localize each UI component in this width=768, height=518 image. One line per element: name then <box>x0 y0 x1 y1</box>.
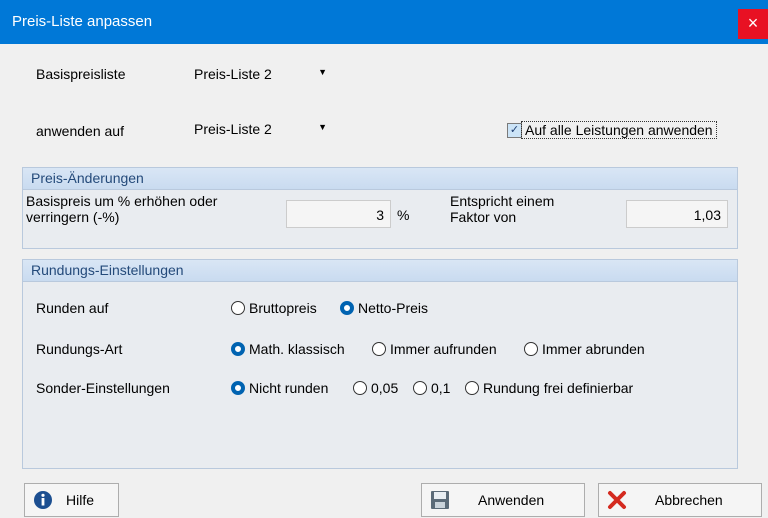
radio-icon[interactable] <box>413 381 427 395</box>
apply-to-dropdown[interactable]: Preis-Liste 2 ▼ <box>188 117 333 141</box>
apply-label: Anwenden <box>478 492 545 508</box>
radio-label: Netto-Preis <box>358 300 429 316</box>
apply-to-label: anwenden auf <box>36 123 124 139</box>
radio-label: 0,1 <box>431 380 451 396</box>
radio-label: Bruttopreis <box>249 300 317 316</box>
window-title: Preis-Liste anpassen <box>12 13 153 30</box>
radio-label: Immer abrunden <box>542 341 645 357</box>
basis-label: Basispreisliste <box>36 66 126 82</box>
radio-selected-icon[interactable] <box>231 342 245 356</box>
radio-icon[interactable] <box>353 381 367 395</box>
percent-label-line2: verringern (-%) <box>26 209 120 225</box>
rounding-group: Rundungs-Einstellungen Runden auf Rundun… <box>22 259 738 469</box>
checkmark-icon[interactable]: ✓ <box>507 123 522 138</box>
dropdown-arrow-icon: ▼ <box>318 67 327 77</box>
close-icon[interactable]: × <box>738 9 768 39</box>
radio-selected-icon[interactable] <box>231 381 245 395</box>
floppy-disk-icon <box>431 491 449 509</box>
apply-to-value: Preis-Liste 2 <box>194 121 272 137</box>
all-services-checkbox[interactable]: ✓ Auf alle Leistungen anwenden <box>507 121 733 141</box>
price-changes-group: Preis-Änderungen Basispreis um % erhöhen… <box>22 167 738 249</box>
cancel-label: Abbrechen <box>655 492 723 508</box>
percent-label-line1: Basispreis um % erhöhen oder <box>26 193 218 209</box>
radio-icon[interactable] <box>465 381 479 395</box>
radio-label: Immer aufrunden <box>390 341 497 357</box>
red-x-icon <box>608 491 626 509</box>
radio-label: Rundung frei definierbar <box>483 380 634 396</box>
special-settings-label: Sonder-Einstellungen <box>36 380 170 396</box>
factor-label-line1: Entspricht einem <box>450 193 555 209</box>
apply-button[interactable]: Anwenden <box>421 483 585 517</box>
help-button[interactable]: Hilfe <box>24 483 119 517</box>
rounding-title: Rundungs-Einstellungen <box>23 260 737 282</box>
info-icon <box>34 491 52 509</box>
cancel-button[interactable]: Abbrechen <box>598 483 762 517</box>
round-on-label: Runden auf <box>36 300 109 316</box>
factor-output: 1,03 <box>626 200 728 228</box>
rounding-type-label: Rundungs-Art <box>36 341 123 357</box>
title-bar: Preis-Liste anpassen × <box>0 0 768 44</box>
radio-icon[interactable] <box>231 301 245 315</box>
radio-icon[interactable] <box>524 342 538 356</box>
radio-label: Nicht runden <box>249 380 329 396</box>
basis-value: Preis-Liste 2 <box>194 66 272 82</box>
percent-input[interactable]: 3 <box>286 200 391 228</box>
radio-label: Math. klassisch <box>249 341 345 357</box>
radio-label: 0,05 <box>371 380 399 396</box>
price-changes-title: Preis-Änderungen <box>23 168 737 190</box>
percent-unit: % <box>397 207 410 223</box>
dropdown-arrow-icon: ▼ <box>318 122 327 132</box>
basis-dropdown[interactable]: Preis-Liste 2 ▼ <box>188 62 333 86</box>
help-label: Hilfe <box>66 492 95 508</box>
all-services-label: Auf alle Leistungen anwenden <box>521 121 717 139</box>
factor-label-line2: Faktor von <box>450 209 517 225</box>
radio-selected-icon[interactable] <box>340 301 354 315</box>
radio-icon[interactable] <box>372 342 386 356</box>
